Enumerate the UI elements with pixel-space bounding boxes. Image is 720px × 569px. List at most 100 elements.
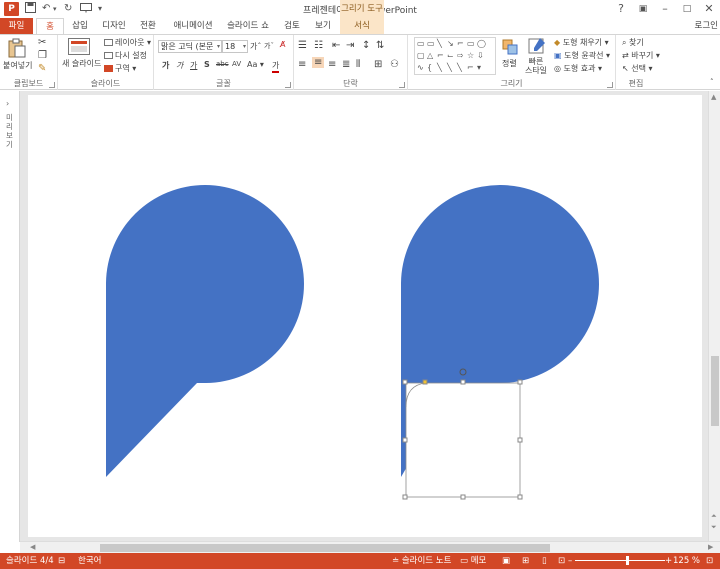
italic-button[interactable]: 가 [176,60,183,71]
line-spacing-icon[interactable]: ↕ [362,40,370,51]
justify-icon[interactable]: ≣ [342,59,350,70]
copy-icon[interactable]: ❐ [38,50,47,61]
minimize-icon[interactable]: – [654,0,676,18]
decrease-indent-icon[interactable]: ⇤ [332,40,340,51]
drawing-launcher-icon[interactable] [607,82,613,88]
shadow-button[interactable]: S [204,60,210,69]
underline-button[interactable]: 가 [190,60,197,71]
normal-view-icon[interactable]: ▣ [502,553,510,569]
font-name-combo[interactable]: 맑은 고딕 (본문 ▾ [158,40,222,53]
tab-slideshow[interactable]: 슬라이드 쇼 [222,18,274,34]
selection-handle[interactable] [402,379,408,385]
zoom-slider-knob[interactable] [626,556,629,565]
teardrop-callout-shape[interactable] [106,185,304,477]
layout-button[interactable]: 레이아웃 ▾ [104,37,151,48]
notes-button[interactable]: ≐ 슬라이드 노트 [392,553,451,569]
grow-font-icon[interactable]: 가ˆ [250,41,261,52]
scroll-left-icon[interactable]: ◀ [30,543,35,551]
clipboard-launcher-icon[interactable] [49,82,55,88]
scroll-right-icon[interactable]: ▶ [708,543,713,551]
font-color-button[interactable]: 가 [272,60,280,73]
select-button[interactable]: ↖ 선택 ▾ [622,63,653,74]
help-icon[interactable]: ? [610,0,632,18]
selection-handle[interactable] [517,494,523,500]
slide-sorter-icon[interactable]: ⊞ [522,553,529,569]
edited-shape-group[interactable] [401,185,599,500]
arrange-icon[interactable] [502,39,518,58]
zoom-slider[interactable] [575,560,665,561]
tab-design[interactable]: 디자인 [98,18,130,34]
align-left-icon[interactable]: ≡ [298,59,306,70]
scroll-down-page-icon[interactable]: ⏷ [711,523,717,532]
comments-button[interactable]: ▭ 메모 [460,553,486,569]
tab-view[interactable]: 보기 [310,18,336,34]
slideshow-view-icon[interactable]: ⊡ [558,553,565,569]
arrange-button[interactable]: 정렬 [502,58,517,69]
shrink-font-icon[interactable]: 가ˇ [264,41,274,51]
reading-view-icon[interactable]: ▯ [542,553,547,569]
clear-format-icon[interactable]: A̸ [280,40,285,49]
quick-styles-button[interactable]: 빠른 스타일 [524,57,548,75]
shape-effects-button[interactable]: ◎ 도형 효과 ▾ [554,63,602,74]
paste-icon[interactable] [7,38,27,61]
find-button[interactable]: ⌕ 찾기 [622,37,644,48]
scroll-up-icon[interactable]: ▲ [711,93,716,101]
strikethrough-button[interactable]: abc [216,60,229,68]
bold-button[interactable]: 가 [162,60,169,71]
tab-transitions[interactable]: 전환 [134,18,162,34]
shape-fill-button[interactable]: ◆ 도형 채우기 ▾ [554,37,609,48]
selection-handle[interactable] [402,494,408,500]
zoom-in-icon[interactable]: + [665,553,672,569]
selected-rounded-rectangle[interactable] [405,382,521,498]
paste-button[interactable]: 붙여넣기 [3,60,32,71]
expand-thumbnails-icon[interactable]: › [6,99,9,108]
tab-animations[interactable]: 애니메이션 [168,18,218,34]
tab-insert[interactable]: 삽입 [66,18,94,34]
text-direction-icon[interactable]: ⇅ [376,40,384,51]
selection-handle[interactable] [402,437,408,443]
horizontal-scroll-thumb[interactable] [100,544,550,552]
tab-home[interactable]: 홈 [36,18,64,35]
vertical-scrollbar[interactable]: ▲ ⏶ ⏷ [708,91,720,542]
selection-handle[interactable] [460,494,466,500]
scroll-up-page-icon[interactable]: ⏶ [711,512,717,521]
smartart-icon[interactable]: ⚇ [390,59,399,70]
collapse-ribbon-icon[interactable]: ˄ [710,78,714,86]
format-painter-icon[interactable]: ✎ [38,63,46,74]
language-indicator[interactable]: 한국어 [78,553,101,569]
shapes-gallery[interactable]: ▭ ▭ ╲ ↘ ⌐ ▭ ◯ ▢ △ ⌐ ⌙ ⇨ ☆ ⇩ ∿ { ╲ ╲ ╲ ⌐ … [414,37,496,75]
bullets-icon[interactable]: ☰ [298,40,307,51]
fit-slide-icon[interactable]: ⊡ [706,553,713,569]
align-text-icon[interactable]: ⊞ [374,59,382,70]
cut-icon[interactable]: ✂ [38,37,46,48]
selection-handle[interactable] [422,379,428,385]
tab-review[interactable]: 검토 [278,18,306,34]
close-icon[interactable]: ✕ [698,0,720,18]
new-slide-button[interactable]: 새 슬라이드 [62,58,101,69]
selection-handle[interactable] [460,379,466,385]
slide-canvas[interactable] [28,95,702,537]
increase-indent-icon[interactable]: ⇥ [346,40,354,51]
zoom-level[interactable]: 125 % [673,553,700,569]
columns-icon[interactable]: ⫴ [356,59,360,70]
vertical-scroll-thumb[interactable] [711,356,719,426]
font-size-combo[interactable]: 18 ▾ [222,40,248,53]
change-case-button[interactable]: Aa ▾ [247,60,264,69]
spellcheck-icon[interactable]: ⊟ [58,553,65,569]
tab-format[interactable]: 서식 [340,18,384,34]
tab-file[interactable]: 파일 [0,18,33,34]
font-launcher-icon[interactable] [285,82,291,88]
selection-handle[interactable] [517,379,523,385]
shape-outline-button[interactable]: ▣ 도형 윤곽선 ▾ [554,50,610,61]
zoom-out-icon[interactable]: – [568,553,572,569]
numbering-icon[interactable]: ☷ [314,40,323,51]
selection-handle[interactable] [517,437,523,443]
paragraph-launcher-icon[interactable] [399,82,405,88]
horizontal-scrollbar[interactable]: ◀ ▶ [20,541,720,553]
thumbnail-pane-label[interactable]: 미리 보기 [6,113,16,149]
quick-styles-icon[interactable] [528,37,546,58]
new-slide-icon[interactable] [68,38,90,58]
char-spacing-button[interactable]: AV [232,60,241,68]
align-right-icon[interactable]: ≡ [328,59,336,70]
replace-button[interactable]: ⇄ 바꾸기 ▾ [622,50,660,61]
